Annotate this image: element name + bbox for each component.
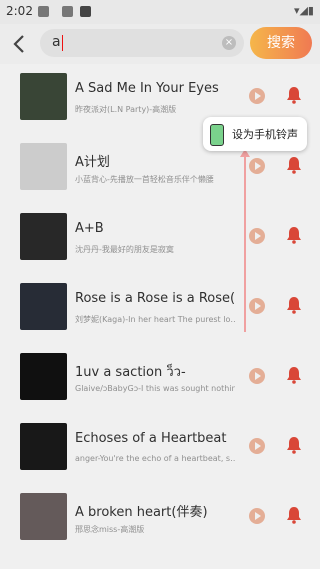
play-button[interactable] — [249, 368, 265, 384]
song-row[interactable]: 1uv a saction ว็ว- Glaive/ↄBabyGↄ-I this… — [0, 344, 320, 414]
phone-icon — [210, 124, 224, 146]
play-button[interactable] — [249, 88, 265, 104]
song-subtitle: anger-You're the echo of a heartbeat, s… — [75, 454, 235, 463]
song-title: A Sad Me In Your Eyes — [75, 81, 219, 96]
play-button[interactable] — [249, 508, 265, 524]
play-button[interactable] — [249, 158, 265, 174]
song-row[interactable]: Echoses of a Heartbeat anger-You're the … — [0, 414, 320, 484]
wifi-battery-icon: ▾◢▮ — [293, 4, 314, 17]
song-subtitle: 沈丹丹-我最好的朋友是寂寞 — [75, 245, 174, 254]
song-title: Echoses of a Heartbeat — [75, 431, 227, 446]
search-header: a × 搜索 — [0, 24, 320, 64]
album-cover — [20, 283, 67, 330]
bell-icon — [287, 437, 301, 454]
song-title: A计划 — [75, 155, 110, 170]
bell-icon — [287, 87, 301, 104]
album-cover — [20, 493, 67, 540]
play-button[interactable] — [249, 298, 265, 314]
search-button[interactable]: 搜索 — [250, 27, 312, 59]
clear-icon[interactable]: × — [222, 36, 236, 50]
chevron-left-icon — [13, 35, 24, 53]
bell-icon — [287, 507, 301, 524]
ringtone-bell-button[interactable] — [286, 296, 302, 314]
search-input[interactable]: a × — [40, 29, 244, 57]
album-cover — [20, 423, 67, 470]
ringtone-bell-button[interactable] — [286, 86, 302, 104]
status-time: 2:02 — [6, 4, 33, 18]
ringtone-bell-button[interactable] — [286, 506, 302, 524]
ringtone-bell-button[interactable] — [286, 436, 302, 454]
tutorial-arrow-line — [244, 152, 246, 332]
back-button[interactable] — [6, 30, 32, 58]
bell-icon — [287, 297, 301, 314]
tooltip-text: 设为手机铃声 — [232, 128, 298, 141]
song-title: 1uv a saction ว็ว- — [75, 365, 186, 380]
song-subtitle: 昨夜派对(L.N Party)-高潮版 — [75, 105, 177, 114]
ringtone-bell-button[interactable] — [286, 226, 302, 244]
song-subtitle: 邢思念miss-高潮版 — [75, 525, 145, 534]
text-cursor — [62, 35, 63, 51]
bell-icon — [287, 367, 301, 384]
album-cover — [20, 353, 67, 400]
song-subtitle: Glaive/ↄBabyGↄ-I this was sought nothing… — [75, 384, 235, 393]
song-title: A+B — [75, 221, 104, 236]
album-cover — [20, 213, 67, 260]
image-notification-icon — [38, 6, 49, 17]
play-button[interactable] — [249, 228, 265, 244]
app-notification-icon — [62, 6, 73, 17]
status-bar: 2:02 ▾◢▮ — [0, 0, 320, 24]
square-notification-icon — [80, 6, 91, 17]
ringtone-bell-button[interactable] — [286, 156, 302, 174]
song-row[interactable]: Rose is a Rose is a Rose(… 刘梦妮(Kaga)-In … — [0, 274, 320, 344]
album-cover — [20, 143, 67, 190]
song-row[interactable]: A+B 沈丹丹-我最好的朋友是寂寞 — [0, 204, 320, 274]
song-row[interactable]: A broken heart(伴奏) 邢思念miss-高潮版 — [0, 484, 320, 554]
ringtone-bell-button[interactable] — [286, 366, 302, 384]
bell-icon — [287, 227, 301, 244]
album-cover — [20, 73, 67, 120]
song-title: A broken heart(伴奏) — [75, 505, 208, 520]
song-subtitle: 小蓝背心-先播放一首轻松音乐伴个懒腰 — [75, 175, 214, 184]
ringtone-tooltip[interactable]: 设为手机铃声 — [203, 117, 307, 151]
bell-icon — [287, 157, 301, 174]
search-input-value: a — [52, 34, 61, 50]
song-subtitle: 刘梦妮(Kaga)-In her heart The purest lo… — [75, 315, 235, 324]
song-title: Rose is a Rose is a Rose(… — [75, 291, 235, 306]
play-button[interactable] — [249, 438, 265, 454]
